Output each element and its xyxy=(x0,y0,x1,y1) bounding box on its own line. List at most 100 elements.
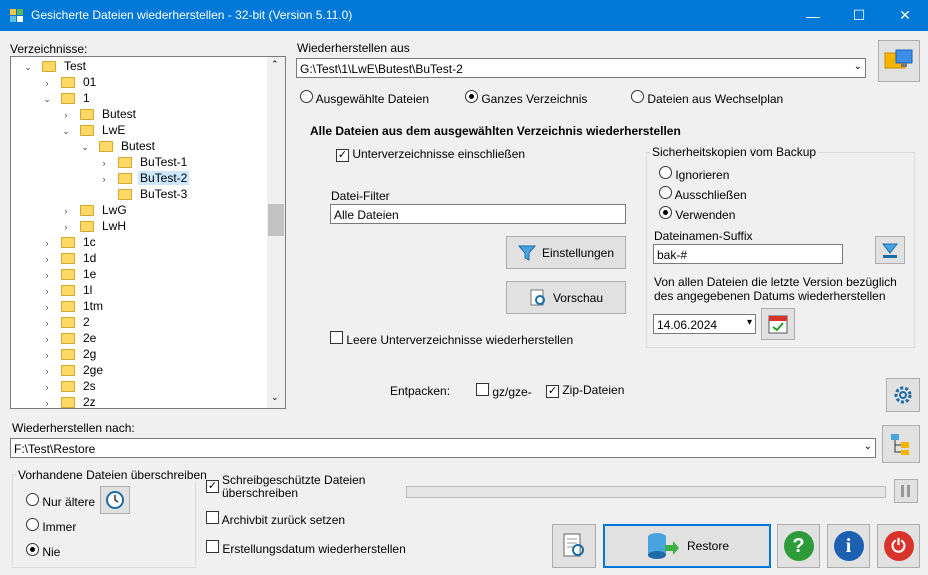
expand-icon[interactable]: › xyxy=(42,366,52,376)
include-subdirs-option[interactable]: ✓ Unterverzeichnisse einschließen xyxy=(336,147,525,162)
zip-checkbox[interactable]: ✓ xyxy=(546,385,559,398)
restore-from-combo[interactable]: G:\Test\1\LwE\Butest\BuTest-2 ⌄ xyxy=(296,58,866,78)
archive-option[interactable]: Archivbit zurück setzen xyxy=(206,511,345,527)
mode-whole-dir[interactable]: Ganzes Verzeichnis xyxy=(465,90,587,106)
calendar-button[interactable] xyxy=(761,308,795,340)
scrollbar-thumb[interactable] xyxy=(268,204,284,236)
expand-icon[interactable]: › xyxy=(42,286,52,296)
radio-always[interactable] xyxy=(26,518,39,531)
tree-node[interactable]: › 2e xyxy=(42,331,98,347)
tree-node[interactable]: › 2g xyxy=(42,347,98,363)
expand-icon[interactable]: › xyxy=(42,270,52,280)
log-button[interactable] xyxy=(552,524,596,568)
expand-icon[interactable]: › xyxy=(42,254,52,264)
collapse-icon[interactable]: ⌄ xyxy=(61,126,71,137)
backup-ignore-option[interactable]: Ignorieren xyxy=(659,166,729,182)
creation-checkbox[interactable] xyxy=(206,540,219,553)
include-subdirs-checkbox[interactable]: ✓ xyxy=(336,149,349,162)
expand-icon[interactable]: › xyxy=(42,334,52,344)
exit-button[interactable]: ⏻ xyxy=(877,524,920,568)
radio-never[interactable] xyxy=(26,543,39,556)
collapse-icon[interactable]: ⌄ xyxy=(23,62,33,73)
radio-ignore[interactable] xyxy=(659,166,672,179)
unpack-zip-option[interactable]: ✓ Zip-Dateien xyxy=(546,383,624,398)
preview-button[interactable]: Vorschau xyxy=(506,281,626,314)
tree-node[interactable]: › 1e xyxy=(42,267,98,283)
expand-icon[interactable]: › xyxy=(61,206,71,216)
tree-node[interactable]: › BuTest-1 xyxy=(99,155,189,171)
tree-node[interactable]: › 2 xyxy=(42,315,92,331)
radio-older[interactable] xyxy=(26,493,39,506)
expand-icon[interactable]: › xyxy=(61,110,71,120)
restore-to-browse-button[interactable] xyxy=(882,425,920,463)
expand-icon[interactable]: › xyxy=(42,318,52,328)
unpack-gz-option[interactable]: gz/gze- xyxy=(476,383,532,399)
tree-node[interactable]: › 1d xyxy=(42,251,98,267)
filter-input[interactable]: Alle Dateien xyxy=(330,204,626,224)
radio-removable[interactable] xyxy=(631,90,644,103)
mode-selected-files[interactable]: Ausgewählte Dateien xyxy=(300,90,429,106)
open-folder-button[interactable] xyxy=(878,40,920,82)
suffix-select-button[interactable] xyxy=(875,236,905,264)
help-button[interactable]: ? xyxy=(777,524,820,568)
creation-option[interactable]: Erstellungsdatum wiederherstellen xyxy=(206,540,406,556)
pause-button[interactable] xyxy=(894,479,918,503)
mode-removable[interactable]: Dateien aus Wechselplan xyxy=(631,90,783,106)
expand-icon[interactable]: › xyxy=(99,174,109,184)
restore-button[interactable]: Restore xyxy=(603,524,771,568)
empty-subdirs-option[interactable]: Leere Unterverzeichnisse wiederherstelle… xyxy=(330,331,573,347)
expand-icon[interactable]: › xyxy=(61,222,71,232)
minimize-button[interactable]: — xyxy=(790,0,836,31)
tree-node[interactable]: › 2z xyxy=(42,395,98,408)
expand-icon[interactable]: › xyxy=(42,238,52,248)
date-picker[interactable]: 14.06.2024 ▾ xyxy=(653,314,756,334)
tree-node[interactable]: › 1c xyxy=(42,235,98,251)
backup-use-option[interactable]: Verwenden xyxy=(659,206,735,222)
expand-icon[interactable]: › xyxy=(42,398,52,408)
tree-node[interactable]: › 01 xyxy=(42,75,98,91)
settings-button[interactable]: Einstellungen xyxy=(506,236,626,269)
tree-scrollbar[interactable]: ⌃ ⌄ xyxy=(267,57,285,408)
overwrite-older-option[interactable]: Nur ältere xyxy=(26,493,95,509)
tree-node[interactable]: BuTest-3 xyxy=(99,187,189,203)
expand-icon[interactable]: › xyxy=(42,78,52,88)
overwrite-always-option[interactable]: Immer xyxy=(26,518,76,534)
preview-button-label: Vorschau xyxy=(552,290,604,305)
tree-node[interactable]: › LwG xyxy=(61,203,129,219)
tree-node[interactable]: ⌄ Test xyxy=(23,59,88,75)
expand-icon[interactable]: › xyxy=(42,382,52,392)
gz-checkbox[interactable] xyxy=(476,383,489,396)
archive-checkbox[interactable] xyxy=(206,511,219,524)
radio-selected-files[interactable] xyxy=(300,90,313,103)
overwrite-time-button[interactable] xyxy=(100,486,130,514)
tree-node[interactable]: › 1l xyxy=(42,283,94,299)
options-gear-button[interactable] xyxy=(886,378,920,412)
expand-icon[interactable]: › xyxy=(42,350,52,360)
tree-node[interactable]: › BuTest-2 xyxy=(99,171,190,187)
collapse-icon[interactable]: ⌄ xyxy=(80,142,90,153)
collapse-icon[interactable]: ⌄ xyxy=(42,94,52,105)
radio-exclude[interactable] xyxy=(659,186,672,199)
tree-node[interactable]: › 2ge xyxy=(42,363,105,379)
info-button[interactable]: i xyxy=(827,524,870,568)
tree-node[interactable]: › 1tm xyxy=(42,299,105,315)
overwrite-never-option[interactable]: Nie xyxy=(26,543,60,559)
directory-tree[interactable]: ⌄ Test › 01 ⌄ 1 › Butest ⌄ LwE ⌄ Butest › BuTest-1 › Bu… xyxy=(10,56,286,409)
tree-node[interactable]: ⌄ LwE xyxy=(61,123,127,139)
expand-icon[interactable]: › xyxy=(42,302,52,312)
tree-node[interactable]: › Butest xyxy=(61,107,138,123)
tree-node[interactable]: ⌄ 1 xyxy=(42,91,92,107)
tree-node[interactable]: ⌄ Butest xyxy=(80,139,157,155)
backup-exclude-option[interactable]: Ausschließen xyxy=(659,186,747,202)
expand-icon[interactable]: › xyxy=(99,158,109,168)
close-button[interactable]: ✕ xyxy=(882,0,928,31)
suffix-input[interactable]: bak-# xyxy=(653,244,843,264)
radio-whole-dir[interactable] xyxy=(465,90,478,103)
readonly-checkbox[interactable]: ✓ xyxy=(206,480,219,493)
tree-node[interactable]: › LwH xyxy=(61,219,128,235)
radio-use[interactable] xyxy=(659,206,672,219)
restore-to-combo[interactable]: F:\Test\Restore ⌄ xyxy=(10,438,876,458)
empty-subdirs-checkbox[interactable] xyxy=(330,331,343,344)
maximize-button[interactable]: ☐ xyxy=(836,0,882,31)
tree-node[interactable]: › 2s xyxy=(42,379,98,395)
